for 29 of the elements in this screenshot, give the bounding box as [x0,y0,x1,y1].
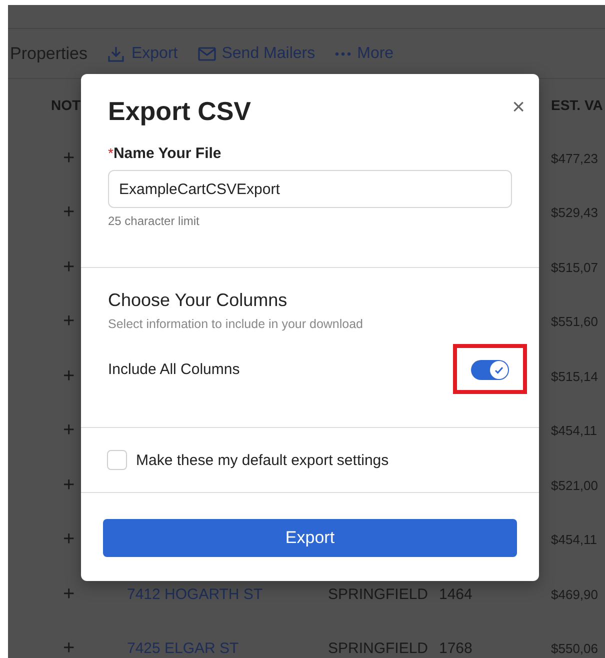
check-icon [493,364,505,376]
section-subtitle: Select information to include in your download [108,317,364,331]
more-icon [335,52,352,56]
include-columns-toggle[interactable] [471,360,509,380]
checkbox-label: Make these my default export settings [136,452,389,468]
field-label: Name Your File [113,145,222,162]
close-button[interactable]: × [512,96,525,118]
expand-button[interactable]: + [51,146,75,170]
dialog-title: Export CSV [108,96,252,127]
default-checkbox[interactable] [107,450,127,470]
required-mark: * [108,145,114,161]
export-button[interactable]: Export [103,519,517,557]
download-icon [107,44,126,62]
expand-button[interactable]: + [51,528,75,552]
field-hint: 25 character limit [108,214,200,228]
expand-button[interactable]: + [51,637,75,658]
expand-button[interactable]: + [51,364,75,388]
expand-button[interactable]: + [51,582,75,606]
column-header: EST. VA [551,97,604,113]
expand-button[interactable]: + [51,201,75,224]
expand-button[interactable]: + [51,310,75,334]
mail-icon [198,46,216,60]
expand-button[interactable]: + [51,474,75,497]
toggle-label: Include All Columns [108,360,240,378]
column-header: NOT [51,97,82,113]
expand-button[interactable]: + [51,256,75,279]
file-name-field[interactable]: ExampleCartCSVExport [108,170,512,208]
expand-button[interactable]: + [51,419,75,442]
section-title: Choose Your Columns [108,290,288,311]
